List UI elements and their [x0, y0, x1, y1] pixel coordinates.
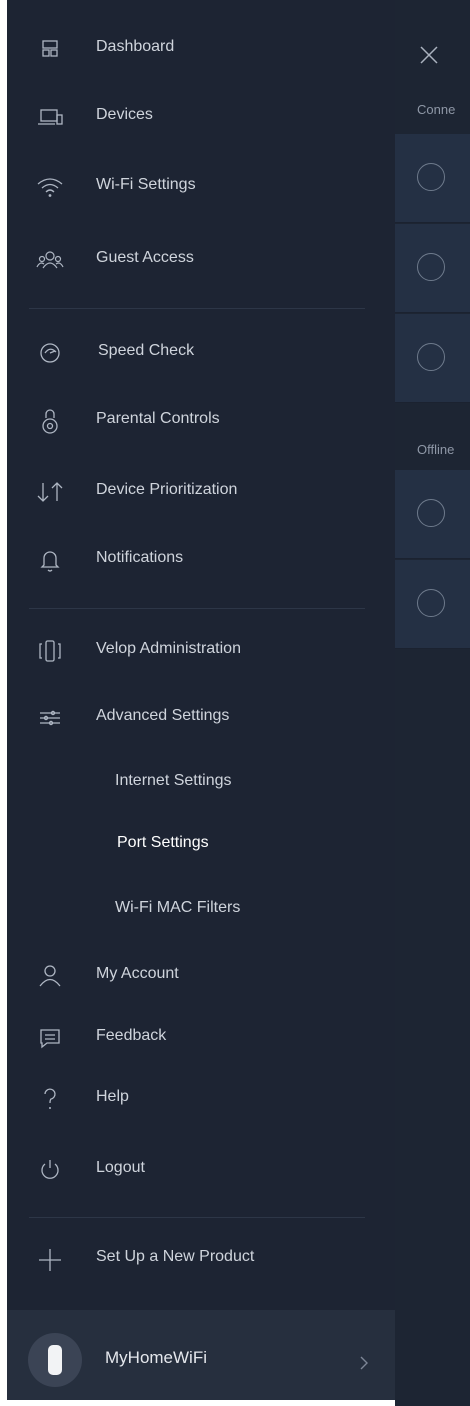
device-card[interactable]: [395, 314, 470, 403]
power-icon: [35, 1155, 65, 1185]
close-icon[interactable]: [418, 44, 440, 66]
app-screen: Conne Offline Dashboard Devices Wi-Fi Se…: [0, 0, 470, 1406]
offline-section-label: Offline: [417, 442, 455, 457]
menu-item-label: Guest Access: [96, 249, 194, 266]
menu-item-my-account[interactable]: My Account: [7, 949, 395, 1001]
navigation-drawer: Dashboard Devices Wi-Fi Settings Guest A…: [7, 0, 395, 1400]
network-account-bar[interactable]: MyHomeWiFi: [7, 1310, 395, 1400]
menu-divider: [29, 308, 365, 309]
menu-item-label: Speed Check: [98, 342, 195, 359]
submenu-item-internet-settings[interactable]: Internet Settings: [7, 762, 395, 802]
lock-icon: [35, 406, 65, 436]
device-card[interactable]: [395, 224, 470, 313]
menu-item-parental-controls[interactable]: Parental Controls: [7, 394, 395, 446]
device-status-circle: [417, 499, 445, 527]
device-status-circle: [417, 343, 445, 371]
velop-node-icon: [28, 1333, 82, 1387]
device-status-circle: [417, 163, 445, 191]
menu-item-help[interactable]: Help: [7, 1072, 395, 1124]
plus-icon: [35, 1244, 65, 1274]
menu-item-label: My Account: [96, 965, 179, 982]
menu-item-label: Feedback: [96, 1027, 167, 1044]
menu-item-devices[interactable]: Devices: [7, 90, 395, 142]
menu-item-label: Devices: [96, 106, 153, 123]
chevron-right-icon: [359, 1355, 369, 1371]
submenu-item-wifi-mac-filters[interactable]: Wi-Fi MAC Filters: [7, 889, 395, 929]
menu-item-feedback[interactable]: Feedback: [7, 1011, 395, 1063]
device-status-circle: [417, 589, 445, 617]
menu-item-speed-check[interactable]: Speed Check: [7, 326, 395, 378]
chat-bubble-icon: [35, 1023, 65, 1053]
menu-item-label: Dashboard: [96, 38, 175, 55]
device-card[interactable]: [395, 470, 470, 559]
menu-item-guest-access[interactable]: Guest Access: [7, 233, 395, 285]
menu-divider: [29, 608, 365, 609]
menu-item-label: Parental Controls: [96, 410, 220, 427]
devices-icon: [35, 102, 65, 132]
submenu-item-port-settings[interactable]: Port Settings: [7, 824, 395, 864]
submenu-item-label: Wi-Fi MAC Filters: [115, 899, 241, 916]
menu-item-velop-administration[interactable]: Velop Administration: [7, 624, 395, 676]
menu-item-label: Help: [96, 1088, 129, 1105]
priority-arrows-icon: [35, 477, 65, 507]
menu-item-label: Logout: [96, 1159, 145, 1176]
submenu-item-label: Port Settings: [117, 834, 209, 851]
menu-item-advanced-settings[interactable]: Advanced Settings: [7, 691, 395, 743]
bell-icon: [35, 545, 65, 575]
question-icon: [35, 1084, 65, 1114]
menu-item-label: Wi-Fi Settings: [96, 176, 196, 193]
device-card[interactable]: [395, 134, 470, 223]
menu-item-set-up-new-product[interactable]: Set Up a New Product: [7, 1232, 395, 1284]
network-name: MyHomeWiFi: [105, 1348, 207, 1367]
device-card[interactable]: [395, 560, 470, 649]
menu-item-label: Advanced Settings: [96, 707, 230, 724]
menu-item-label: Set Up a New Product: [96, 1248, 255, 1265]
device-status-circle: [417, 253, 445, 281]
menu-item-label: Notifications: [96, 549, 184, 566]
wifi-icon: [35, 172, 65, 202]
guest-access-icon: [35, 245, 65, 275]
submenu-item-label: Internet Settings: [115, 772, 232, 789]
menu-item-device-prioritization[interactable]: Device Prioritization: [7, 465, 395, 517]
velop-node-icon: [35, 636, 65, 666]
user-icon: [35, 961, 65, 991]
connected-section-label: Conne: [417, 102, 456, 117]
dashboard-icon: [35, 34, 65, 64]
menu-item-notifications[interactable]: Notifications: [7, 533, 395, 585]
menu-item-wifi-settings[interactable]: Wi-Fi Settings: [7, 160, 395, 212]
menu-divider: [29, 1217, 365, 1218]
menu-item-label: Device Prioritization: [96, 481, 238, 498]
menu-item-dashboard[interactable]: Dashboard: [7, 22, 395, 74]
menu-item-label: Velop Administration: [96, 640, 241, 657]
sliders-icon: [35, 703, 65, 733]
menu-item-logout[interactable]: Logout: [7, 1143, 395, 1195]
speedometer-icon: [35, 338, 65, 368]
